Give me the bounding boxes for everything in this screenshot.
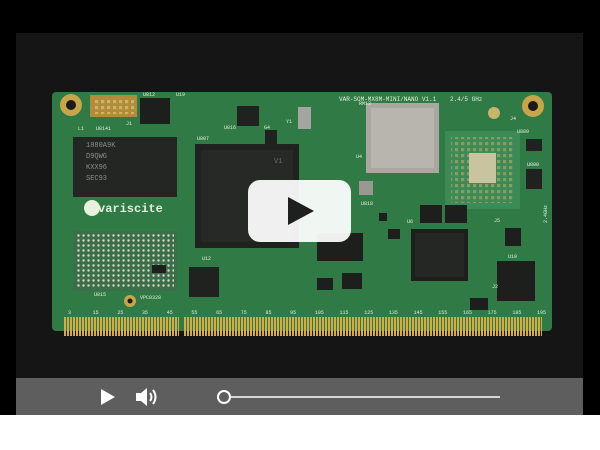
pin-number: 65	[216, 310, 222, 316]
pin-number: 155	[438, 310, 447, 316]
chip-u12	[189, 267, 219, 297]
silk-label: U19	[176, 92, 185, 98]
crystal-y1	[298, 107, 311, 129]
silk-label: U8141	[96, 126, 111, 132]
silk-label: J5	[494, 218, 500, 224]
board-title: VAR-SOM-MX8M-MINI/NANO V1.1	[339, 96, 437, 103]
pin-number: 145	[414, 310, 423, 316]
pin-number: 45	[167, 310, 173, 316]
silk-label: U818	[361, 201, 373, 207]
silk-label: J2	[492, 284, 498, 290]
chip-marking: D9QWG	[86, 153, 107, 161]
play-icon	[288, 197, 314, 225]
pin-number: 175	[488, 310, 497, 316]
pin-number: 15	[93, 310, 99, 316]
silk-label: L1	[78, 126, 84, 132]
pin-number: 35	[142, 310, 148, 316]
pin-number: 75	[241, 310, 247, 316]
video-thumbnail[interactable]: VAR-SOM-MX8M-MINI/NANO V1.1 2.4/5 GHz va…	[16, 33, 583, 378]
progress-scrubber[interactable]	[217, 390, 231, 404]
pin-number: 115	[340, 310, 349, 316]
chip-u800	[526, 169, 542, 189]
silk-label: RM13	[359, 101, 371, 107]
silk-label: V1	[274, 158, 282, 166]
chip-marking: SEC93	[86, 175, 107, 183]
chip-u10	[497, 261, 535, 301]
pin-number: 135	[389, 310, 398, 316]
silk-label: U12	[202, 256, 211, 262]
silk-label: U800	[527, 162, 539, 168]
silk-label: J1	[126, 121, 132, 127]
pin-number: 195	[537, 310, 546, 316]
volume-icon	[136, 388, 157, 406]
pin-number: 125	[364, 310, 373, 316]
silk-label: U812	[143, 92, 155, 98]
brand-logo: variscite	[98, 202, 163, 216]
silk-label: U4	[356, 154, 362, 160]
chip-marking: 1880A9K	[86, 142, 116, 150]
progress-track[interactable]	[223, 396, 500, 398]
silk-label: U815	[94, 292, 106, 298]
pin-number: 25	[117, 310, 123, 316]
silk-label: U6	[407, 219, 413, 225]
play-button[interactable]	[89, 378, 125, 415]
pin-number: 165	[463, 310, 472, 316]
silk-label: 2.4GHz	[543, 205, 549, 223]
chip-u812	[140, 98, 170, 124]
silk-label: VPC0328	[140, 295, 161, 301]
silk-label: G4	[264, 125, 270, 131]
silk-label: J4	[510, 116, 516, 122]
pin-number: 3	[68, 310, 71, 316]
silk-label: U10	[508, 254, 517, 260]
silk-label: U807	[197, 136, 209, 142]
antenna-connector	[488, 107, 500, 119]
edge-connector-right	[184, 317, 542, 336]
wifi-label: 2.4/5 GHz	[450, 96, 483, 103]
silk-label: U816	[224, 125, 236, 131]
video-player: VAR-SOM-MX8M-MINI/NANO V1.1 2.4/5 GHz va…	[16, 33, 583, 415]
volume-button[interactable]	[130, 378, 166, 415]
silk-label: Y1	[286, 119, 292, 125]
edge-connector-left	[64, 317, 179, 336]
big-play-button[interactable]	[248, 180, 351, 242]
play-icon	[101, 389, 115, 405]
pin-number: 85	[265, 310, 271, 316]
video-controls	[16, 378, 583, 415]
pin-number: 55	[191, 310, 197, 316]
page-background	[0, 415, 600, 450]
chip-marking: KXX96	[86, 164, 107, 172]
silk-label: U809	[517, 129, 529, 135]
chip-u816	[237, 106, 259, 126]
pin-number: 95	[290, 310, 296, 316]
pin-number: 105	[315, 310, 324, 316]
pin-number: 185	[512, 310, 521, 316]
